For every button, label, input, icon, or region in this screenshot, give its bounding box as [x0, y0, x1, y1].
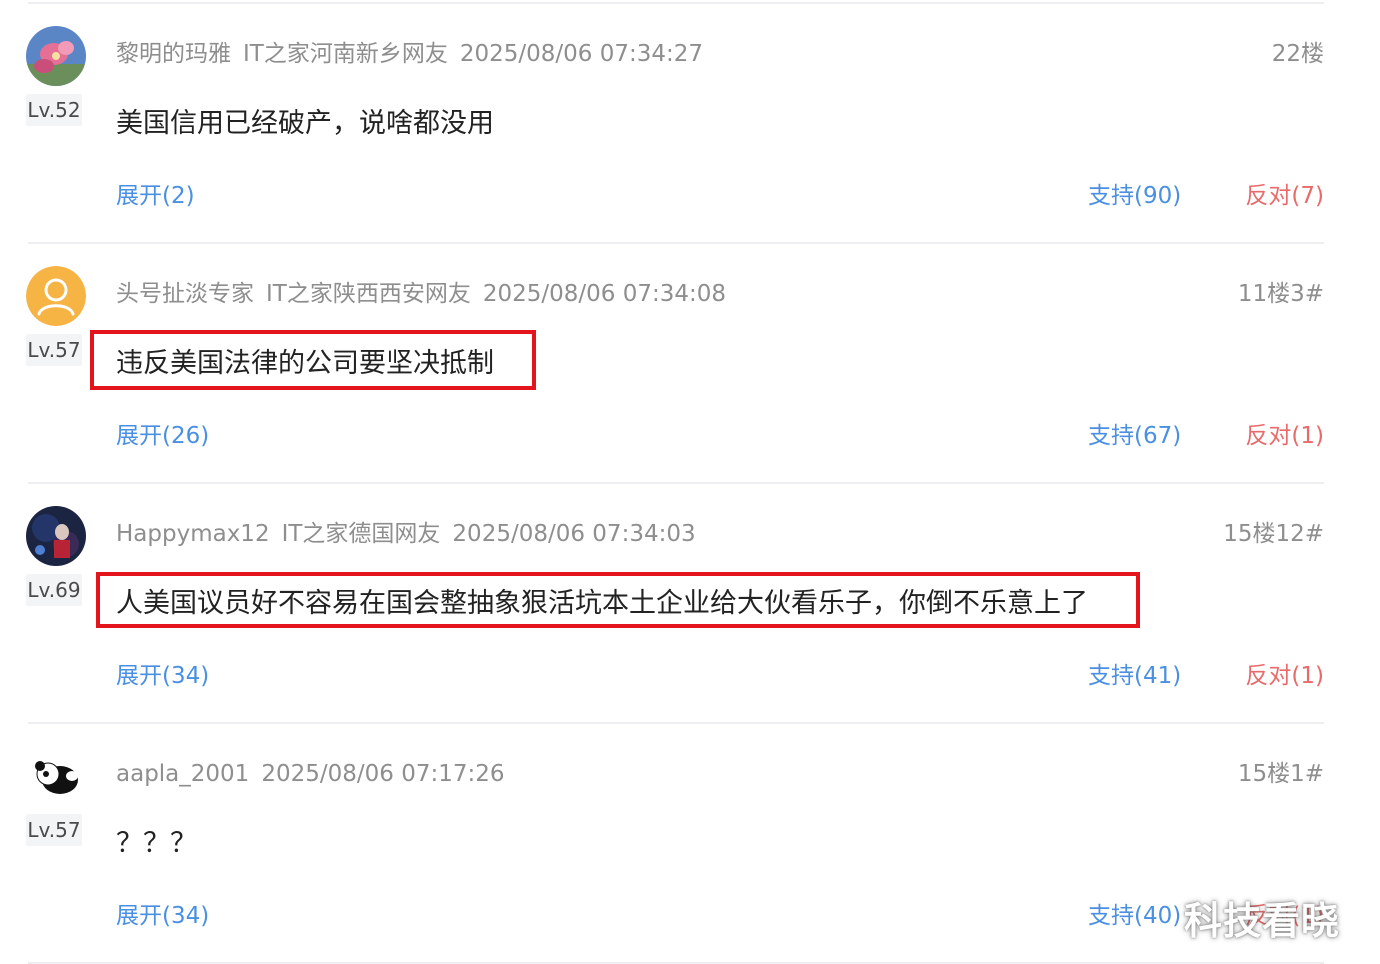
oppose-button[interactable]: 反对(1) [1245, 418, 1324, 454]
comment-meta: Happymax12 IT之家德国网友 2025/08/06 07:34:03 [116, 516, 696, 552]
user-level-badge: Lv.69 [26, 574, 82, 606]
anime-character-avatar-icon[interactable] [26, 506, 86, 566]
comment-meta: aapla_2001 2025/08/06 07:17:26 [116, 756, 505, 792]
comment-list: Lv.52 黎明的玛雅 IT之家河南新乡网友 2025/08/06 07:34:27… [0, 0, 1380, 964]
floor-number: 15楼12# [1223, 521, 1324, 547]
comment-datetime: 2025/08/06 07:34:27 [459, 41, 704, 67]
comment-item: Lv.69 Happymax12 IT之家德国网友 2025/08/06 07:34… [0, 484, 1380, 724]
support-button[interactable]: 支持(90) [1088, 178, 1181, 214]
comment-datetime: 2025/08/06 07:34:08 [482, 281, 727, 307]
comment-item: Lv.57 头号扯淡专家 IT之家陕西西安网友 2025/08/06 07:34:0… [0, 244, 1380, 484]
user-level-badge: Lv.57 [26, 814, 82, 846]
panda-avatar-icon[interactable] [26, 746, 86, 806]
watermark-text: 科技看晓 [1184, 899, 1341, 943]
expand-replies-link[interactable]: 展开(26) [116, 418, 209, 454]
comment-item: Lv.57 aapla_2001 2025/08/06 07:17:26 15楼1… [0, 724, 1380, 964]
username-link[interactable]: 黎明的玛雅 [116, 41, 231, 67]
comment-meta: 头号扯淡专家 IT之家陕西西安网友 2025/08/06 07:34:08 [116, 276, 726, 312]
expand-replies-link[interactable]: 展开(34) [116, 898, 209, 934]
comment-datetime: 2025/08/06 07:17:26 [261, 761, 505, 787]
comment-meta: 黎明的玛雅 IT之家河南新乡网友 2025/08/06 07:34:27 [116, 36, 703, 72]
oppose-button[interactable]: 反对(1) [1245, 658, 1324, 694]
comment-content: 违反美国法律的公司要坚决抵制 [116, 348, 494, 379]
comment-datetime: 2025/08/06 07:34:03 [452, 521, 696, 547]
user-level-badge: Lv.52 [26, 94, 82, 126]
expand-replies-link[interactable]: 展开(2) [116, 178, 195, 214]
user-location: IT之家陕西西安网友 [266, 281, 471, 307]
comment-content: ？？？ [116, 828, 197, 859]
user-location: IT之家德国网友 [281, 521, 441, 547]
comment-content: 人美国议员好不容易在国会整抽象狠活坑本土企业给大伙看乐子，你倒不乐意上了 [116, 588, 1088, 619]
user-location: IT之家河南新乡网友 [243, 41, 448, 67]
comment-content: 美国信用已经破产，说啥都没用 [116, 108, 494, 139]
username-link[interactable]: 头号扯淡专家 [116, 281, 254, 307]
user-level-badge: Lv.57 [26, 334, 82, 366]
oppose-button[interactable]: 反对(7) [1245, 178, 1324, 214]
comment-item: Lv.52 黎明的玛雅 IT之家河南新乡网友 2025/08/06 07:34:27… [0, 4, 1380, 244]
support-button[interactable]: 支持(40) [1088, 898, 1181, 934]
flower-photo-avatar-icon[interactable] [26, 26, 86, 86]
default-user-avatar-icon[interactable] [26, 266, 86, 326]
floor-number: 11楼3# [1237, 281, 1324, 307]
username-link[interactable]: Happymax12 [116, 521, 270, 547]
floor-number: 22楼 [1271, 41, 1324, 67]
username-link[interactable]: aapla_2001 [116, 761, 249, 787]
floor-number: 15楼1# [1237, 761, 1324, 787]
expand-replies-link[interactable]: 展开(34) [116, 658, 209, 694]
support-button[interactable]: 支持(41) [1088, 658, 1181, 694]
support-button[interactable]: 支持(67) [1088, 418, 1181, 454]
